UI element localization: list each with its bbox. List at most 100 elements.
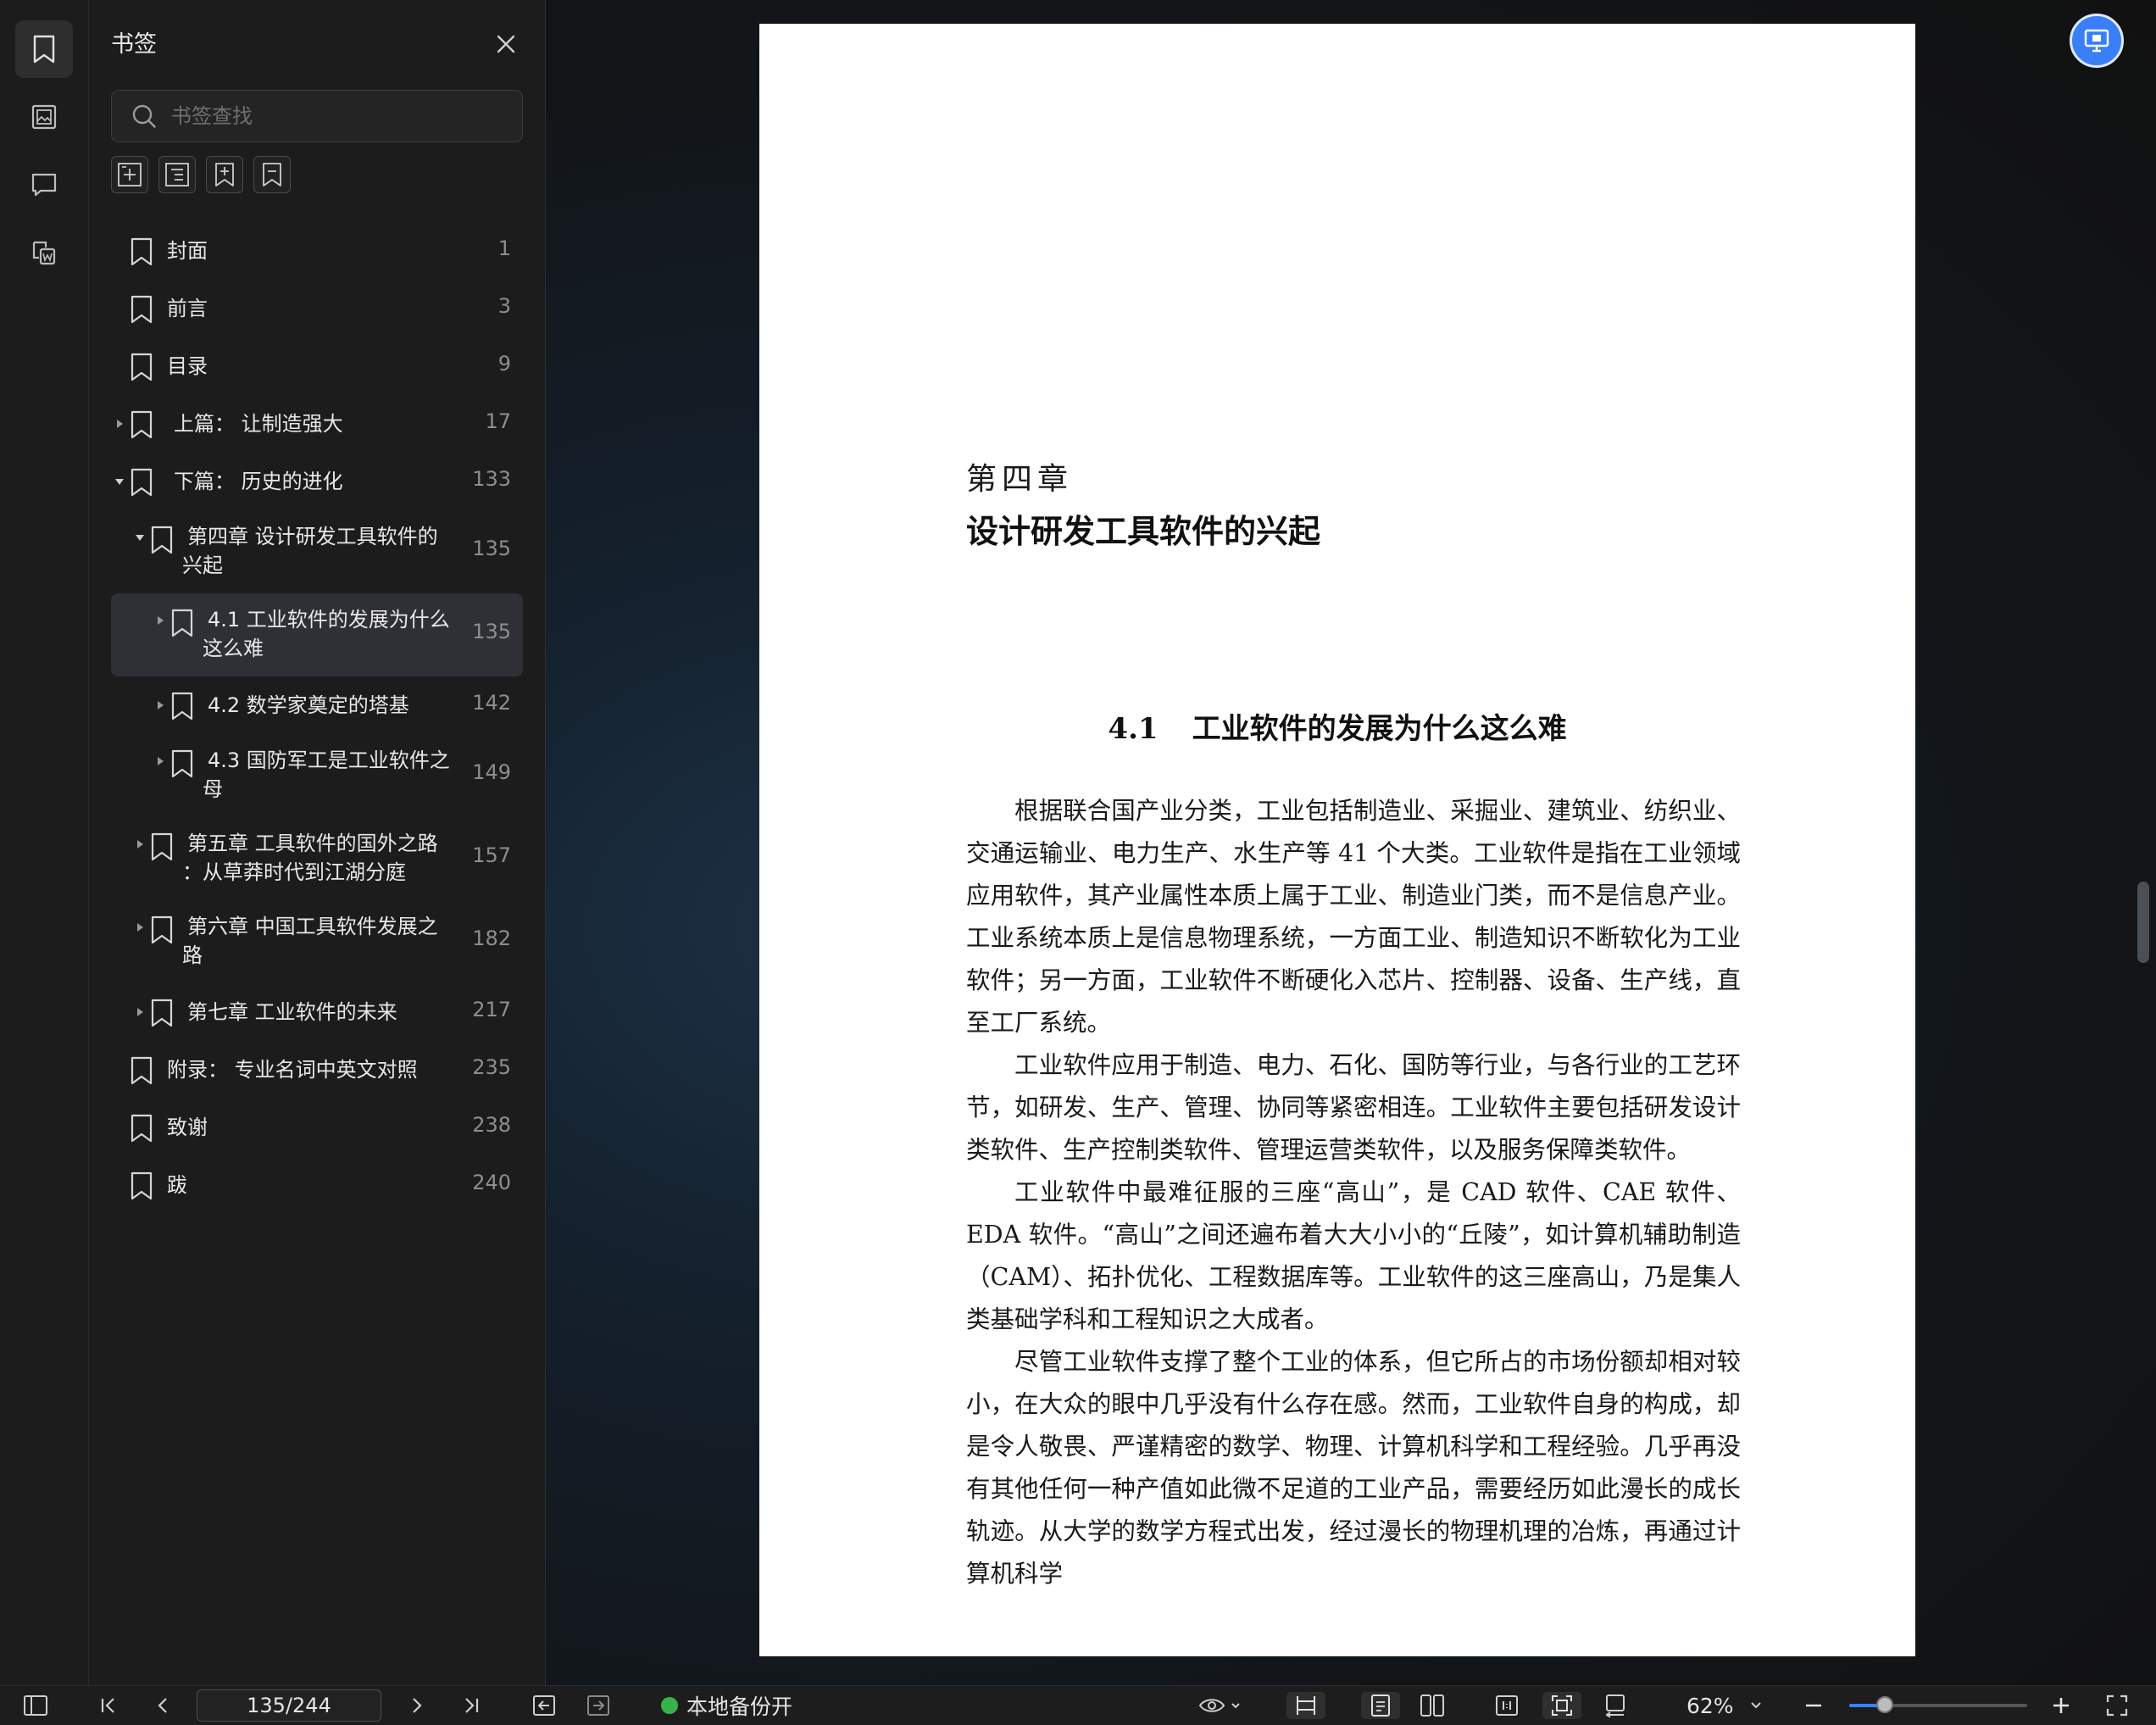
navigate-forward-button[interactable] (583, 1692, 614, 1719)
bookmark-page-number: 135 (472, 537, 511, 560)
zoom-level: 62% (1686, 1693, 1734, 1718)
bookmark-item[interactable]: 目录 9 (111, 337, 523, 395)
zoom-slider-knob[interactable] (1876, 1696, 1893, 1713)
bookmark-icon (130, 1056, 153, 1085)
page-number-input[interactable]: 135/244 (197, 1689, 381, 1722)
single-page-icon (1371, 1694, 1390, 1717)
section-heading: 4.1 工业软件的发展为什么这么难 (759, 705, 1915, 747)
bookmark-toolbar (111, 156, 291, 193)
minus-icon (1806, 1704, 1821, 1707)
expand-arrow-right-icon[interactable] (132, 920, 147, 935)
add-child-bookmark-button[interactable] (158, 156, 196, 193)
bookmark-label: 第四章 设计研发工具软件的 兴起 (182, 522, 438, 580)
fit-width-icon (1297, 1696, 1315, 1715)
bookmark-item[interactable]: 4.2 数学家奠定的塔基 142 (111, 676, 523, 734)
bookmark-icon (130, 410, 153, 439)
expand-arrow-right-icon[interactable] (132, 837, 147, 852)
toggle-sidebar-button[interactable] (20, 1692, 51, 1719)
rotate-page-button[interactable] (1600, 1692, 1631, 1719)
fullscreen-button[interactable] (2102, 1692, 2132, 1719)
bookmark-page-number: 1 (497, 236, 511, 260)
add-bookmark-button[interactable] (111, 156, 148, 193)
sidebar-icon (24, 1695, 47, 1716)
expand-arrow-down-icon[interactable] (132, 530, 147, 545)
next-page-button[interactable] (402, 1692, 432, 1719)
comment-panel-button[interactable] (15, 156, 73, 214)
remove-bookmark-button[interactable] (253, 156, 291, 193)
bookmark-item[interactable]: 跋 240 (111, 1156, 523, 1214)
chapter-title: 设计研发工具软件的兴起 (966, 512, 1321, 550)
bookmark-label: 第五章 工具软件的国外之路 ：从草莽时代到江湖分庭 (182, 829, 438, 887)
bookmark-label: 第七章 工业软件的未来 (187, 1000, 397, 1024)
convert-document-icon (32, 241, 56, 265)
bookmark-label: 目录 (167, 354, 208, 378)
double-page-button[interactable] (1417, 1692, 1448, 1719)
close-panel-button[interactable] (487, 25, 525, 63)
section-number: 4.1 (1108, 712, 1159, 746)
bookmark-page-number: 3 (497, 294, 511, 318)
zoom-slider[interactable] (1849, 1696, 2027, 1713)
forward-arrow-icon (587, 1695, 609, 1716)
bookmark-item[interactable]: 致谢 238 (111, 1099, 523, 1156)
navigate-back-button[interactable] (529, 1692, 559, 1719)
single-page-button[interactable] (1361, 1692, 1400, 1719)
bookmark-label-line: ：从草莽时代到江湖分庭 (182, 860, 406, 884)
bookmark-item[interactable]: 第四章 设计研发工具软件的 兴起 135 (111, 510, 523, 593)
paragraph: 根据联合国产业分类，工业包括制造业、采掘业、建筑业、纺织业、交通运输业、电力生产… (966, 797, 1741, 1037)
expand-arrow-right-icon[interactable] (153, 698, 168, 713)
fit-width-button[interactable] (1286, 1692, 1325, 1719)
last-page-button[interactable] (456, 1692, 486, 1719)
previous-page-button[interactable] (147, 1692, 178, 1719)
zoom-dropdown[interactable]: 62% (1686, 1689, 1763, 1722)
bookmark-icon (130, 1114, 153, 1143)
actual-size-button[interactable] (1492, 1692, 1522, 1719)
image-thumbnail-icon (31, 104, 57, 130)
eye-icon (1198, 1699, 1240, 1712)
expand-arrow-right-icon[interactable] (112, 416, 127, 431)
local-backup-toggle[interactable]: 本地备份开 (661, 1689, 792, 1722)
bookmark-item[interactable]: 第六章 中国工具软件发展之路 182 (111, 900, 523, 983)
status-bar: 135/244 本地备份开 62% (0, 1685, 2156, 1725)
chapter-number: 第四章 (966, 462, 1074, 497)
document-viewer: 第四章 设计研发工具软件的兴起 4.1 工业软件的发展为什么这么难 根据联合国产业… (546, 0, 2156, 1685)
bookmark-item[interactable]: 封面 1 (111, 222, 523, 280)
bookmark-item[interactable]: 4.1 工业软件的发展为什么 这么难 135 (111, 593, 523, 676)
fit-page-icon (1552, 1695, 1572, 1716)
floating-translate-button[interactable] (2070, 14, 2124, 68)
convert-panel-button[interactable] (15, 224, 73, 281)
zoom-out-button[interactable] (1798, 1692, 1829, 1719)
bookmark-icon (130, 1171, 153, 1200)
expand-arrow-down-icon[interactable] (112, 474, 127, 489)
bookmark-label: 4.2 数学家奠定的塔基 (208, 693, 409, 717)
bookmark-item[interactable]: 附录： 专业名词中英文对照 235 (111, 1041, 523, 1099)
bookmark-panel-button[interactable] (15, 20, 73, 78)
expand-arrow-right-icon[interactable] (153, 613, 168, 628)
expand-arrow-right-icon[interactable] (132, 1004, 147, 1020)
chevron-left-icon (158, 1698, 167, 1713)
fit-page-button[interactable] (1542, 1692, 1581, 1719)
bookmark-page-number: 142 (472, 691, 511, 715)
bookmark-label-line: 路 (182, 943, 203, 967)
zoom-in-button[interactable] (2046, 1692, 2076, 1719)
bookmark-item[interactable]: 第七章 工业软件的未来 217 (111, 983, 523, 1041)
bookmark-item[interactable]: 第五章 工具软件的国外之路 ：从草莽时代到江湖分庭 157 (111, 817, 523, 900)
bookmark-icon (170, 609, 194, 637)
bookmark-label-line: 4.3 国防军工是工业软件之 (208, 748, 450, 772)
bookmark-panel: 书签 封面 1 前言 3 目录 9 上篇： 让制造强大 17 下篇： 历史的进化 133 第四章 设… (89, 0, 546, 1685)
bookmark-item[interactable]: 下篇： 历史的进化 133 (111, 453, 523, 510)
expand-arrow-right-icon[interactable] (153, 754, 168, 769)
bookmark-item[interactable]: 上篇： 让制造强大 17 (111, 395, 523, 453)
bookmark-item[interactable]: 前言 3 (111, 280, 523, 337)
bookmark-page-number: 135 (472, 620, 511, 643)
first-page-button[interactable] (93, 1692, 124, 1719)
reading-mode-dropdown[interactable] (1193, 1692, 1247, 1719)
thumbnail-panel-button[interactable] (15, 88, 73, 146)
bookmark-current-page-button[interactable] (206, 156, 243, 193)
vertical-scrollbar[interactable] (2137, 882, 2149, 963)
bookmark-icon (150, 832, 174, 861)
bookmark-label: 附录： 专业名词中英文对照 (167, 1058, 418, 1082)
bookmark-icon (150, 999, 174, 1027)
bookmark-item[interactable]: 4.3 国防军工是工业软件之母 149 (111, 734, 523, 817)
bookmark-label: 下篇： 历史的进化 (174, 470, 343, 493)
bookmark-search-input[interactable] (169, 103, 495, 129)
